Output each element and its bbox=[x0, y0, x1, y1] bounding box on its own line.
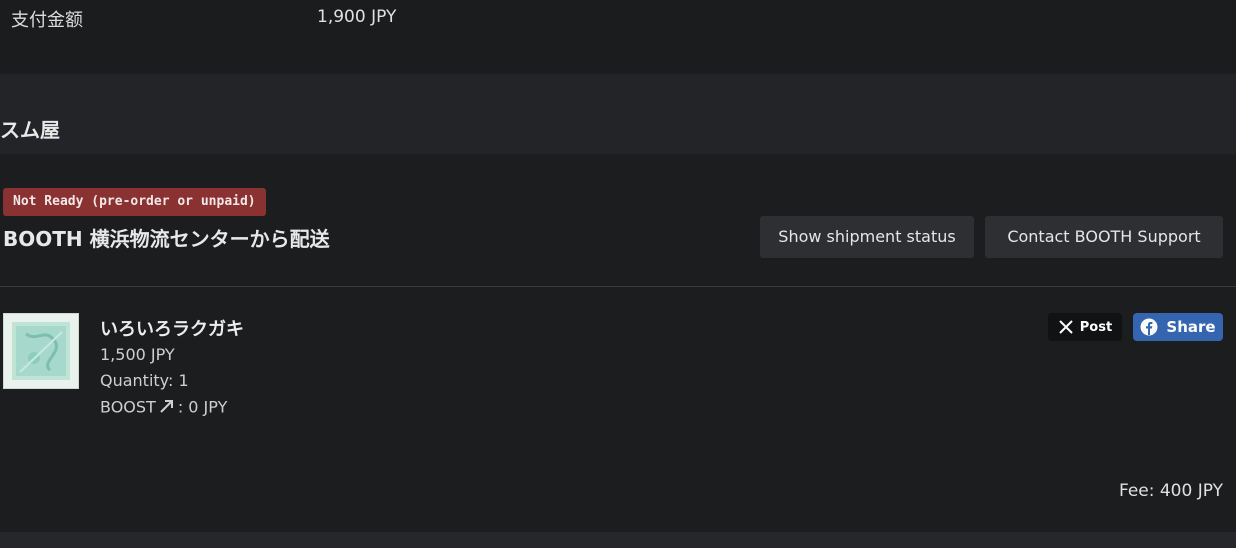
x-post-button[interactable]: Post bbox=[1048, 313, 1122, 341]
fee-label: Fee: 400 JPY bbox=[1118, 481, 1223, 501]
thumbnail-image bbox=[12, 322, 70, 380]
item-title[interactable]: いろいろラクガキ bbox=[100, 315, 244, 341]
payment-label: 支付金额 bbox=[11, 10, 83, 31]
item-quantity: Quantity: 1 bbox=[100, 371, 189, 390]
item-price: 1,500 JPY bbox=[100, 345, 175, 364]
x-logo-icon bbox=[1059, 320, 1073, 334]
item-thumbnail[interactable] bbox=[3, 313, 79, 389]
warehouse-label: BOOTH 横浜物流センターから配送 bbox=[3, 227, 330, 251]
order-item: いろいろラクガキ 1,500 JPY Quantity: 1 BOOST : 0 … bbox=[0, 287, 1236, 447]
shipment-section: Not Ready (pre-order or unpaid) BOOTH 横浜… bbox=[0, 154, 1236, 286]
facebook-share-button[interactable]: Share bbox=[1133, 313, 1223, 341]
boost-value: : 0 JPY bbox=[177, 397, 228, 417]
next-section-band bbox=[0, 532, 1236, 548]
item-boost: BOOST : 0 JPY bbox=[100, 397, 227, 419]
facebook-icon bbox=[1140, 318, 1158, 336]
shop-header: スム屋 bbox=[0, 74, 1236, 154]
shop-name[interactable]: スム屋 bbox=[0, 114, 60, 143]
payment-value: 1,900 JPY bbox=[317, 7, 397, 27]
fee-section: Fee: 400 JPY bbox=[0, 448, 1236, 532]
arrow-up-right-icon bbox=[158, 397, 176, 419]
x-post-label: Post bbox=[1079, 319, 1113, 335]
payment-row: 支付金额 1,900 JPY bbox=[0, 0, 1236, 74]
status-badge: Not Ready (pre-order or unpaid) bbox=[3, 188, 266, 216]
boost-label: BOOST bbox=[100, 397, 156, 417]
show-shipment-status-button[interactable]: Show shipment status bbox=[760, 216, 974, 258]
contact-support-button[interactable]: Contact BOOTH Support bbox=[985, 216, 1223, 258]
facebook-share-label: Share bbox=[1166, 318, 1216, 336]
